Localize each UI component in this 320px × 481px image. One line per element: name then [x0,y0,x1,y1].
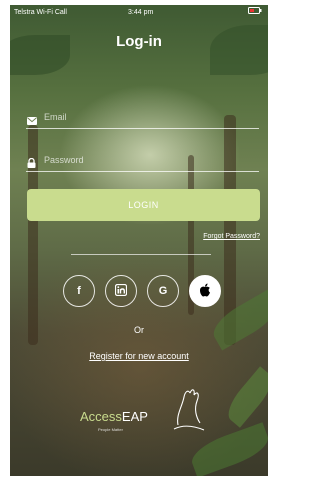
facebook-icon: f [77,285,81,297]
envelope-icon [27,112,37,125]
login-button[interactable]: LOGIN [27,189,260,221]
google-button[interactable]: G [147,275,179,307]
page-title: Log-in [116,33,162,50]
or-label: Or [134,325,144,335]
hands-logo-icon [172,385,206,438]
brand-logo: AccessEAP People Matter [80,385,220,445]
clock: 3:44 pm [128,9,154,16]
forgot-password-link[interactable]: Forgot Password? [203,233,260,240]
divider [71,254,211,255]
brand-tagline: People Matter [98,427,123,432]
apple-icon [199,283,211,300]
register-link[interactable]: Register for new account [10,351,268,361]
login-screen: Telstra Wi-Fi Call 3:44 pm Log-in LOGIN … [10,5,268,476]
google-icon: G [158,285,168,297]
brand-name: AccessEAP [80,409,148,424]
email-field[interactable] [26,108,259,129]
linkedin-button[interactable] [105,275,137,307]
email-input[interactable] [44,109,254,125]
battery-icon [248,5,262,21]
linkedin-icon [114,283,128,299]
apple-button[interactable] [189,275,221,307]
status-bar: Telstra Wi-Fi Call 3:44 pm [10,5,268,21]
leaf-decor [221,366,268,428]
facebook-button[interactable]: f [63,275,95,307]
password-input[interactable] [44,152,254,168]
password-field[interactable] [26,151,259,172]
carrier-label: Telstra Wi-Fi Call [14,9,67,16]
lock-icon [27,155,37,168]
